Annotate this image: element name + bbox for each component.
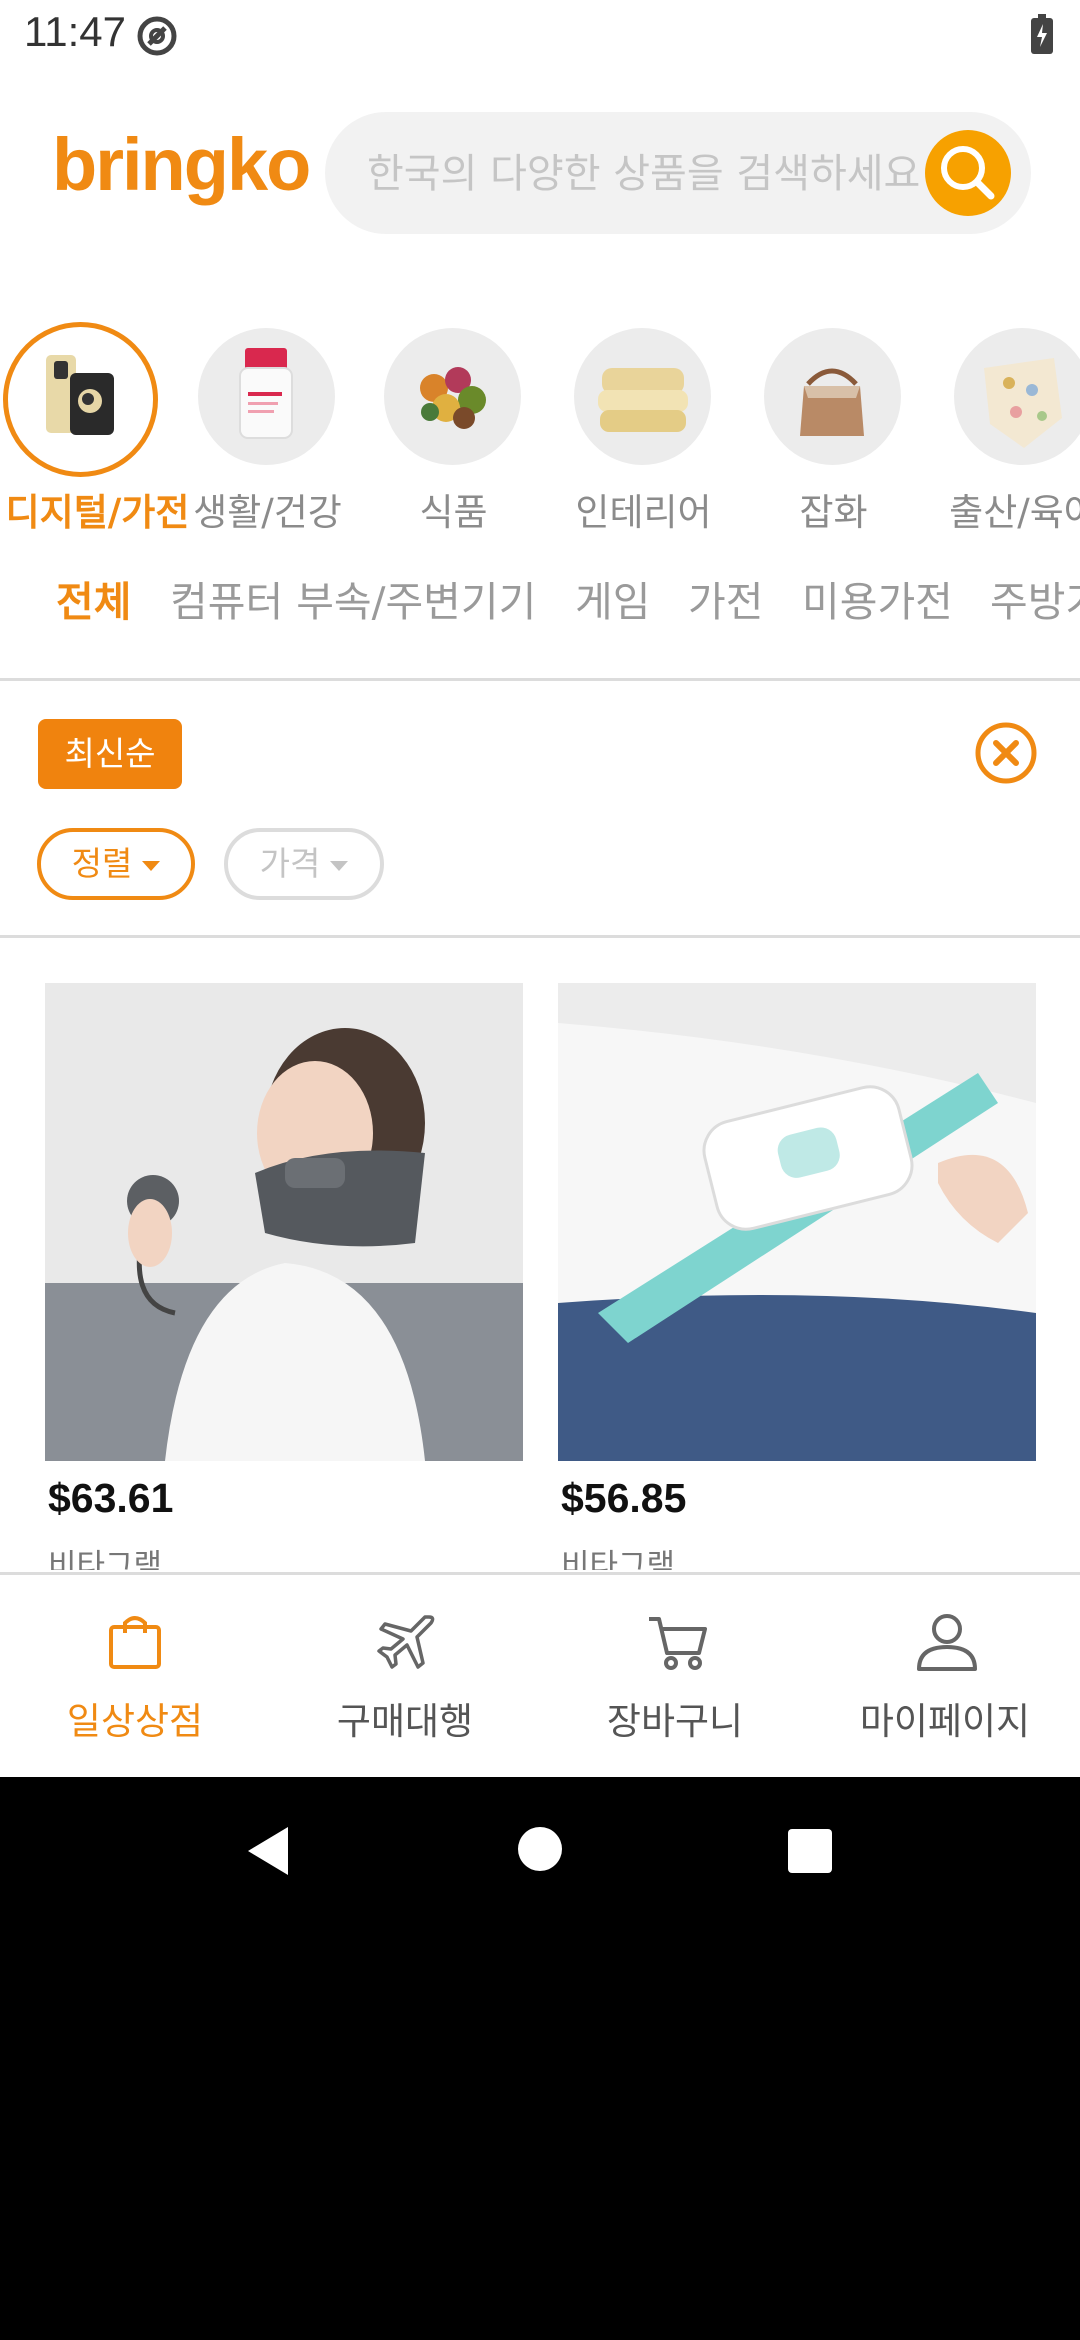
- category-digital[interactable]: 디지털/가전: [0, 322, 189, 542]
- pillow-icon: [574, 328, 711, 465]
- user-icon: [917, 1614, 977, 1671]
- status-time: 11:47: [24, 8, 126, 55]
- nav-label: 일상상점: [66, 1700, 204, 1743]
- divider: [0, 678, 1080, 681]
- category-baby[interactable]: 출산/육아: [911, 322, 1080, 542]
- subtab-appliance[interactable]: 가전: [688, 568, 763, 628]
- nav-label: 구매대행: [336, 1700, 474, 1743]
- app-logo[interactable]: bringko: [52, 122, 311, 207]
- subtab-game[interactable]: 게임: [575, 568, 650, 628]
- home-icon[interactable]: [518, 1827, 562, 1871]
- data-saver-icon: [137, 16, 177, 56]
- subtab-beauty[interactable]: 미용가전: [802, 568, 953, 628]
- search-button[interactable]: [925, 130, 1011, 216]
- price-dropdown[interactable]: 가격: [224, 828, 384, 900]
- product-image[interactable]: [45, 983, 523, 1461]
- category-goods[interactable]: 잡화: [721, 322, 901, 542]
- search-bar[interactable]: [325, 112, 1031, 236]
- shopping-bag-icon: [109, 1616, 161, 1669]
- sort-dropdown-label: 정렬: [71, 844, 133, 883]
- nav-label: 마이페이지: [859, 1700, 1031, 1743]
- nav-label: 장바구니: [606, 1700, 744, 1743]
- product-brand: 비타그램: [561, 1548, 676, 1570]
- sort-dropdown[interactable]: 정렬: [37, 828, 195, 900]
- search-input[interactable]: [365, 112, 929, 236]
- product-price: $56.85: [561, 1475, 687, 1521]
- active-sort-chip[interactable]: 최신순: [38, 719, 182, 789]
- smartphone-icon: [3, 322, 158, 477]
- recents-icon[interactable]: [788, 1829, 832, 1873]
- product-image[interactable]: [558, 983, 1036, 1461]
- nav-cart[interactable]: 장바구니: [540, 1575, 810, 1775]
- handbag-icon: [764, 328, 901, 465]
- product-brand: 비타그램: [48, 1548, 163, 1570]
- subtab-kitchen[interactable]: 주방가전: [990, 568, 1080, 628]
- subtab-computer[interactable]: 컴퓨터 부속/주변기기: [170, 568, 536, 628]
- food-bowl-icon: [384, 328, 521, 465]
- search-icon: [941, 146, 995, 200]
- close-filter-icon[interactable]: [974, 721, 1038, 785]
- divider: [0, 935, 1080, 938]
- price-dropdown-label: 가격: [259, 844, 321, 883]
- nav-my-page[interactable]: 마이페이지: [810, 1575, 1080, 1775]
- category-label: 출산/육아: [949, 491, 1080, 534]
- back-icon[interactable]: [244, 1825, 292, 1877]
- nav-daily-store[interactable]: 일상상점: [0, 1575, 270, 1775]
- nav-purchase-agency[interactable]: 구매대행: [270, 1575, 540, 1775]
- subtab-all[interactable]: 전체: [56, 568, 131, 628]
- chevron-down-icon: [142, 860, 161, 871]
- system-navigation-bar: [0, 1777, 1080, 2340]
- bottom-navigation: 일상상점 구매대행 장바구니 마이페이지: [0, 1572, 1080, 1780]
- supplement-bottle-icon: [198, 328, 335, 465]
- subcategory-tabs: 전체 컴퓨터 부속/주변기기 게임 가전 미용가전 주방가전: [0, 568, 1080, 628]
- chevron-down-icon: [330, 860, 349, 871]
- category-food[interactable]: 식품: [341, 322, 521, 542]
- baby-goods-icon: [954, 328, 1080, 465]
- category-interior[interactable]: 인테리어: [531, 322, 712, 542]
- battery-charging-icon: [1031, 14, 1053, 54]
- product-price: $63.61: [48, 1475, 174, 1521]
- category-living-health[interactable]: 생활/건강: [155, 322, 342, 542]
- cart-icon: [649, 1617, 707, 1670]
- airplane-icon: [377, 1615, 435, 1669]
